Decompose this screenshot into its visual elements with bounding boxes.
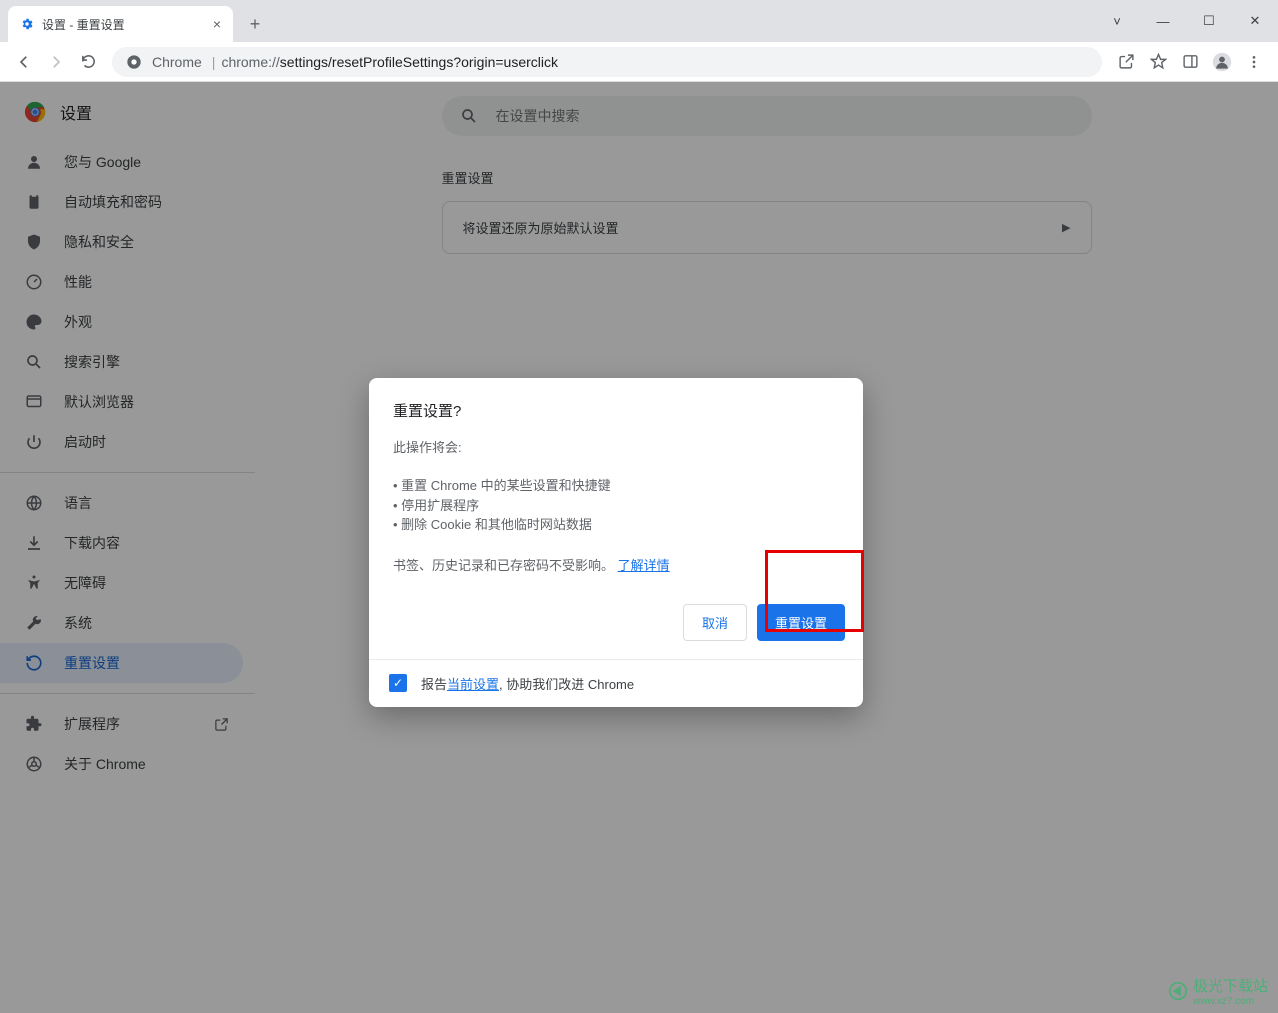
footer-text: 报告当前设置, 协助我们改进 Chrome [421,674,634,693]
address-bar[interactable]: Chrome | chrome://settings/resetProfileS… [112,47,1102,77]
minimize-button[interactable]: — [1140,0,1186,42]
chrome-icon [126,54,142,70]
close-tab-icon[interactable]: × [213,16,221,32]
confirm-reset-button[interactable]: 重置设置 [757,604,845,641]
dialog-footer: ✓ 报告当前设置, 协助我们改进 Chrome [369,659,863,707]
sidepanel-icon[interactable] [1174,46,1206,78]
profile-icon[interactable] [1206,46,1238,78]
forward-button[interactable] [40,46,72,78]
dialog-bullet: • 停用扩展程序 [393,496,839,516]
share-icon[interactable] [1110,46,1142,78]
new-tab-button[interactable]: + [241,10,269,38]
cancel-button[interactable]: 取消 [683,604,747,641]
watermark-url: www.xz7.com [1193,996,1268,1007]
bookmark-icon[interactable] [1142,46,1174,78]
close-window-button[interactable]: ✕ [1232,0,1278,42]
dialog-note: 书签、历史记录和已存密码不受影响。 了解详情 [393,555,839,574]
url-path: settings/resetProfileSettings?origin=use… [280,54,558,70]
window-controls: ˅ — ☐ ✕ [1094,0,1278,42]
window-titlebar: 设置 - 重置设置 × + ˅ — ☐ ✕ [0,0,1278,42]
tab-title: 设置 - 重置设置 [42,16,125,33]
watermark: 极光下载站 www.xz7.com [1167,975,1268,1007]
learn-more-link[interactable]: 了解详情 [618,558,670,573]
report-checkbox[interactable]: ✓ [389,674,407,692]
current-settings-link[interactable]: 当前设置 [447,677,499,692]
maximize-button[interactable]: ☐ [1186,0,1232,42]
menu-icon[interactable] [1238,46,1270,78]
browser-toolbar: Chrome | chrome://settings/resetProfileS… [0,42,1278,82]
secure-label: Chrome [152,54,202,70]
dialog-body: 重置设置? 此操作将会: • 重置 Chrome 中的某些设置和快捷键 • 停用… [369,378,863,592]
reload-button[interactable] [72,46,104,78]
chevron-down-icon[interactable]: ˅ [1094,0,1140,42]
watermark-text: 极光下载站 [1193,975,1268,996]
dialog-bullet: • 删除 Cookie 和其他临时网站数据 [393,515,839,535]
browser-tab[interactable]: 设置 - 重置设置 × [8,6,233,42]
gear-icon [20,17,34,31]
back-button[interactable] [8,46,40,78]
dialog-bullets: • 重置 Chrome 中的某些设置和快捷键 • 停用扩展程序 • 删除 Coo… [393,476,839,535]
omnibox-divider: | [212,54,216,70]
dialog-title: 重置设置? [393,400,839,421]
dialog-bullet: • 重置 Chrome 中的某些设置和快捷键 [393,476,839,496]
dialog-actions: 取消 重置设置 [369,592,863,659]
reset-dialog: 重置设置? 此操作将会: • 重置 Chrome 中的某些设置和快捷键 • 停用… [369,378,863,707]
url-prefix: chrome:// [221,54,279,70]
dialog-subtitle: 此操作将会: [393,437,839,456]
